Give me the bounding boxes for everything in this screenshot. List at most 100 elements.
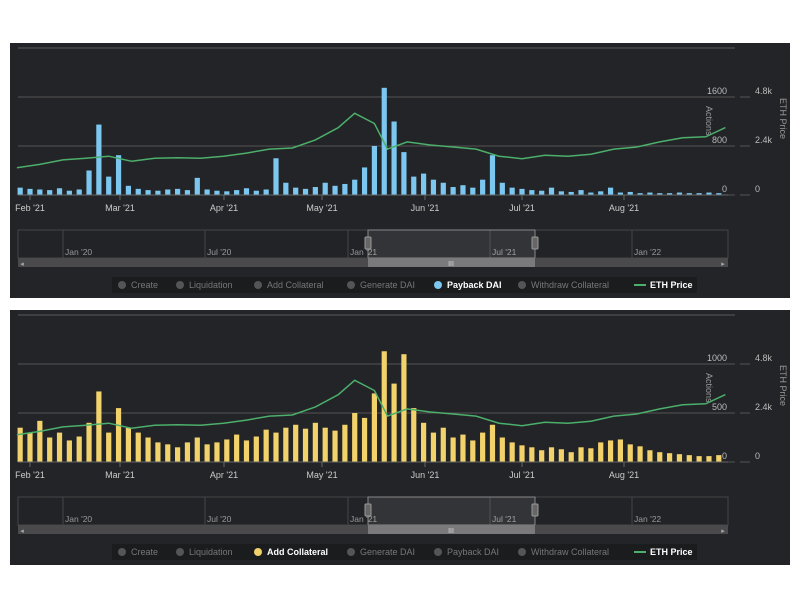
bar[interactable] — [76, 189, 82, 195]
bar[interactable] — [509, 187, 515, 195]
bar[interactable] — [686, 455, 692, 462]
bar[interactable] — [224, 439, 230, 462]
bar[interactable] — [125, 185, 131, 195]
bar[interactable] — [529, 190, 535, 195]
bar[interactable] — [283, 182, 289, 195]
bar[interactable] — [480, 432, 486, 462]
bar[interactable] — [76, 436, 82, 462]
bar[interactable] — [17, 427, 23, 462]
bar[interactable] — [194, 177, 200, 195]
bar[interactable] — [361, 167, 368, 195]
bar[interactable] — [637, 446, 643, 462]
bar[interactable] — [676, 454, 683, 462]
bar[interactable] — [460, 434, 466, 462]
bar[interactable] — [470, 187, 476, 195]
bar[interactable] — [106, 176, 112, 195]
bar[interactable] — [460, 185, 466, 195]
bar[interactable] — [470, 440, 476, 462]
bar[interactable] — [391, 121, 397, 196]
legend-item[interactable]: Generate DAI — [360, 547, 415, 557]
bar[interactable] — [253, 436, 259, 462]
bar[interactable] — [184, 190, 191, 195]
bar[interactable] — [293, 187, 299, 195]
bar[interactable] — [165, 189, 171, 195]
bar[interactable] — [56, 188, 63, 195]
eth-price-line[interactable] — [16, 112, 726, 169]
bar[interactable] — [234, 190, 240, 195]
bar[interactable] — [135, 188, 141, 195]
legend-item[interactable]: Create — [131, 280, 158, 290]
bar[interactable] — [234, 434, 240, 462]
bar[interactable] — [352, 179, 358, 195]
bar[interactable] — [214, 442, 220, 462]
bar[interactable] — [175, 447, 181, 462]
bar[interactable] — [283, 427, 289, 462]
bar[interactable] — [548, 447, 555, 462]
bar[interactable] — [716, 455, 722, 462]
legend-item[interactable]: Add Collateral — [267, 280, 324, 290]
bar[interactable] — [352, 413, 358, 462]
bar[interactable] — [421, 173, 427, 195]
bar[interactable] — [617, 439, 623, 462]
bar[interactable] — [411, 408, 417, 462]
bar[interactable] — [332, 430, 338, 462]
bar[interactable] — [529, 447, 535, 462]
bar[interactable] — [588, 448, 594, 462]
bar[interactable] — [37, 420, 43, 462]
bar[interactable] — [450, 187, 456, 195]
bar[interactable] — [155, 442, 161, 462]
bar[interactable] — [342, 424, 348, 462]
bar[interactable] — [440, 182, 446, 195]
bar[interactable] — [115, 408, 122, 462]
bar[interactable] — [440, 427, 446, 462]
bar[interactable] — [302, 188, 309, 195]
navigator-selection[interactable] — [367, 229, 536, 259]
eth-price-line[interactable] — [16, 379, 726, 436]
bar[interactable] — [598, 442, 604, 462]
bar[interactable] — [548, 187, 555, 195]
bar[interactable] — [489, 424, 496, 462]
bar[interactable] — [253, 190, 259, 195]
navigator-left-handle[interactable] — [364, 236, 372, 250]
bar[interactable] — [184, 442, 191, 462]
bar[interactable] — [37, 189, 43, 195]
bar[interactable] — [243, 440, 250, 462]
bar[interactable] — [17, 187, 23, 195]
bar[interactable] — [312, 187, 318, 195]
bar[interactable] — [401, 152, 407, 195]
bar[interactable] — [598, 191, 604, 195]
bar[interactable] — [322, 427, 328, 462]
legend-item[interactable]: Payback DAI — [447, 547, 499, 557]
bar[interactable] — [361, 417, 368, 462]
navigator-left-handle[interactable] — [364, 503, 372, 517]
bar[interactable] — [263, 189, 269, 195]
legend-item[interactable]: Generate DAI — [360, 280, 415, 290]
bar[interactable] — [302, 428, 309, 462]
bar[interactable] — [86, 422, 92, 462]
bar[interactable] — [667, 453, 673, 462]
bar[interactable] — [332, 185, 338, 195]
bar[interactable] — [558, 191, 564, 195]
bar[interactable] — [86, 170, 92, 196]
bar[interactable] — [578, 447, 584, 462]
bar[interactable] — [371, 146, 377, 195]
bar[interactable] — [706, 456, 712, 462]
bar[interactable] — [273, 432, 279, 462]
bar[interactable] — [391, 383, 397, 462]
bar[interactable] — [568, 452, 574, 462]
bar[interactable] — [519, 188, 525, 195]
bar[interactable] — [47, 190, 53, 195]
bar[interactable] — [539, 450, 545, 462]
bar[interactable] — [96, 391, 102, 462]
bar[interactable] — [243, 188, 250, 195]
bar[interactable] — [509, 442, 515, 462]
bar[interactable] — [627, 444, 633, 462]
bar[interactable] — [696, 456, 702, 462]
navigator-right-handle[interactable] — [531, 503, 539, 517]
bar[interactable] — [499, 182, 505, 195]
bar[interactable] — [135, 432, 141, 462]
bar[interactable] — [204, 189, 210, 195]
bar[interactable] — [499, 437, 505, 463]
bar[interactable] — [155, 190, 161, 195]
bar[interactable] — [489, 155, 496, 195]
